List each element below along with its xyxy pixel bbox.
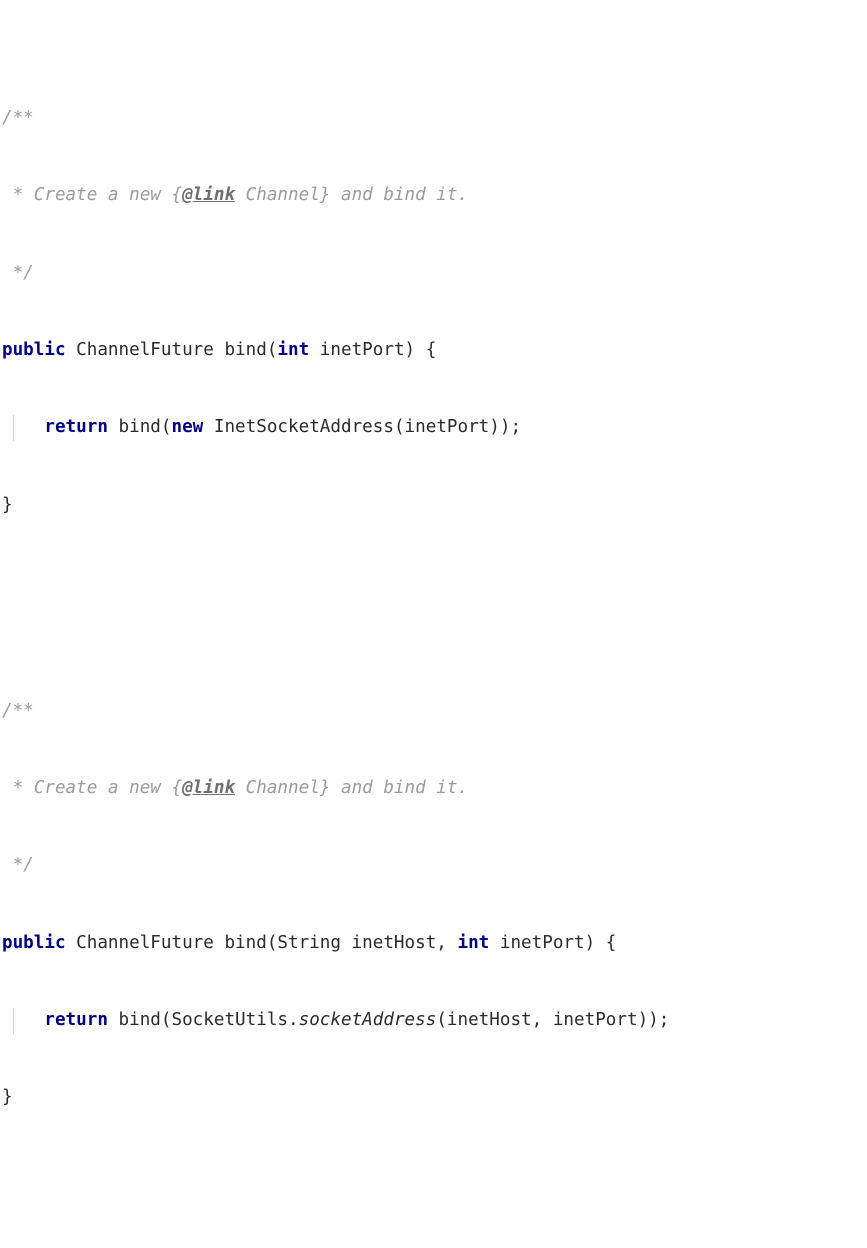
signature-return-type: ChannelFuture bind( xyxy=(65,339,278,360)
method-signature-line: public ChannelFuture bind(String inetHos… xyxy=(2,931,867,957)
code-editor-pane[interactable]: /** * Create a new {@link Channel} and b… xyxy=(0,0,867,1107)
javadoc-body-prefix: * Create a new { xyxy=(2,185,183,206)
javadoc-open-line: /** xyxy=(2,699,867,725)
keyword-new: new xyxy=(171,417,204,438)
keyword-return: return xyxy=(44,417,108,438)
javadoc-body-suffix: Channel} and bind it. xyxy=(235,185,469,206)
body-call-tail: (inetHost, inetPort)); xyxy=(436,1009,670,1030)
body-call-prefix: bind(SocketUtils. xyxy=(107,1009,299,1030)
source-code-text[interactable]: /** * Create a new {@link Channel} and b… xyxy=(2,3,867,1248)
javadoc-close-line: */ xyxy=(2,853,867,879)
method-body-line: return bind(new InetSocketAddress(inetPo… xyxy=(2,415,867,442)
keyword-int: int xyxy=(277,339,310,360)
javadoc-body-prefix: * Create a new { xyxy=(2,777,183,798)
body-call-tail: InetSocketAddress(inetPort)); xyxy=(203,417,522,438)
javadoc-link-tag[interactable]: @link xyxy=(182,778,235,798)
javadoc-body-line: * Create a new {@link Channel} and bind … xyxy=(2,183,867,209)
signature-param-rest: inetPort) { xyxy=(309,339,437,360)
javadoc-link-tag[interactable]: @link xyxy=(182,185,235,205)
method-body-line: return bind(SocketUtils.socketAddress(in… xyxy=(2,1007,867,1034)
keyword-public: public xyxy=(2,339,66,360)
body-indent xyxy=(2,1010,44,1030)
close-brace: } xyxy=(2,494,13,515)
signature-param-rest: inetPort) { xyxy=(489,932,617,953)
javadoc-open: /** xyxy=(2,700,34,721)
indent-guide xyxy=(13,415,14,442)
javadoc-close: */ xyxy=(2,855,34,876)
javadoc-body-line: * Create a new {@link Channel} and bind … xyxy=(2,776,867,802)
javadoc-open: /** xyxy=(2,108,34,129)
indent-guide xyxy=(13,1007,14,1034)
body-indent xyxy=(2,417,44,437)
keyword-int: int xyxy=(457,932,490,953)
body-call-prefix: bind( xyxy=(107,417,172,438)
method-signature-line: public ChannelFuture bind(int inetPort) … xyxy=(2,338,867,364)
keyword-return: return xyxy=(44,1009,108,1030)
javadoc-close-line: */ xyxy=(2,261,867,287)
static-method-socketaddress[interactable]: socketAddress xyxy=(299,1010,437,1030)
keyword-public: public xyxy=(2,932,66,953)
signature-return-type: ChannelFuture bind(String inetHost, xyxy=(65,932,458,953)
method-close-brace-line: } xyxy=(2,493,867,519)
method-close-brace-line: } xyxy=(2,1085,867,1111)
javadoc-close: */ xyxy=(2,262,34,283)
javadoc-open-line: /** xyxy=(2,106,867,132)
close-brace: } xyxy=(2,1087,13,1108)
javadoc-body-suffix: Channel} and bind it. xyxy=(235,777,469,798)
